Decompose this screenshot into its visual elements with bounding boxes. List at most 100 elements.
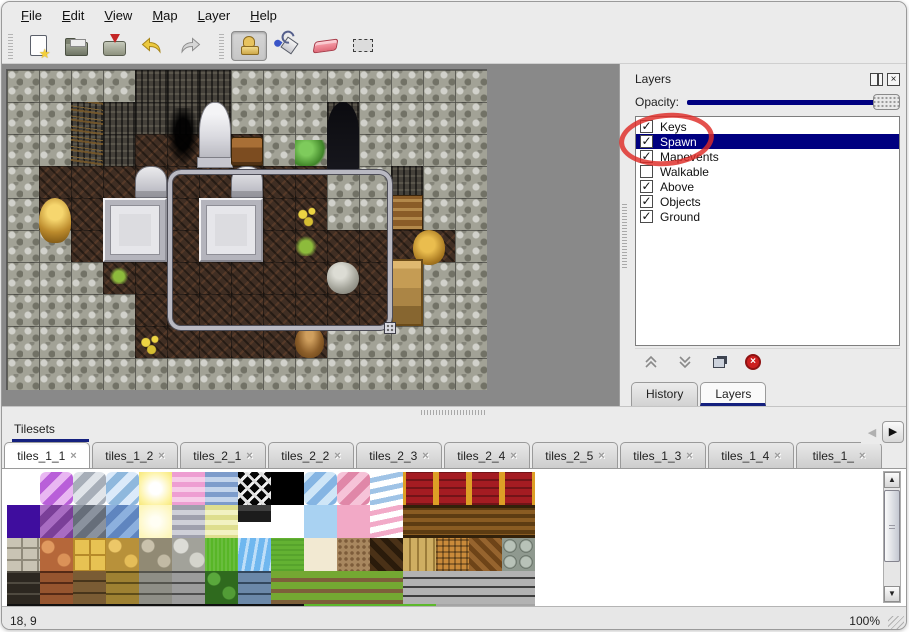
close-tab-icon[interactable]: × xyxy=(158,450,164,462)
map-tile-gray-rock-wall[interactable] xyxy=(455,134,487,166)
tileset-tile-darkShingle[interactable] xyxy=(370,538,403,571)
tileset-tile-water[interactable] xyxy=(238,538,271,571)
tileset-tile-grayLogs[interactable] xyxy=(502,538,535,571)
map-tile-brown-floor[interactable] xyxy=(39,166,71,198)
splitter-grip[interactable] xyxy=(421,410,487,415)
tileset-tile-redCarpet[interactable] xyxy=(436,472,469,505)
tileset-tile-empty[interactable] xyxy=(271,505,304,538)
map-tile-gray-rock-wall[interactable] xyxy=(327,70,359,102)
map-tile-gray-rock-wall[interactable] xyxy=(199,358,231,390)
map-object-sprout[interactable] xyxy=(109,265,128,284)
map-object-lamp[interactable] xyxy=(39,198,71,243)
map-tile-gray-rock-wall[interactable] xyxy=(263,134,295,166)
map-tile-gray-rock-wall[interactable] xyxy=(391,358,423,390)
tileset-tile-yellowGlow[interactable] xyxy=(139,472,172,505)
tileset-tile-empty[interactable] xyxy=(7,472,40,505)
map-tile-brown-floor[interactable] xyxy=(71,198,103,230)
map-tile-brown-floor[interactable] xyxy=(135,262,167,294)
stamp-tool-button[interactable] xyxy=(231,31,267,61)
map-tile-gray-rock-wall[interactable] xyxy=(423,326,455,358)
map-tile-dark-rock-wall[interactable] xyxy=(103,134,135,166)
tileset-tile-black[interactable] xyxy=(271,472,304,505)
tileset-tile-lightBlue[interactable] xyxy=(304,505,337,538)
new-file-button[interactable] xyxy=(20,31,56,61)
map-tile-gray-rock-wall[interactable] xyxy=(455,166,487,198)
map-tile-gray-rock-wall[interactable] xyxy=(391,70,423,102)
map-object-chest[interactable] xyxy=(231,137,263,166)
save-file-button[interactable] xyxy=(96,31,132,61)
layer-visibility-checkbox[interactable]: ✓ xyxy=(640,180,653,193)
map-tile-gray-rock-wall[interactable] xyxy=(231,102,263,134)
tileset-tile-lightCobble[interactable] xyxy=(172,538,205,571)
selection-resize-handle[interactable] xyxy=(384,322,396,334)
tileset-tab-tiles_1_3[interactable]: tiles_1_3× xyxy=(620,442,706,468)
tileset-tile-terracotta[interactable] xyxy=(40,538,73,571)
tileset-tile-grayPlanks[interactable] xyxy=(502,571,535,604)
map-object-cabinet[interactable] xyxy=(391,259,423,326)
map-tile-gray-rock-wall[interactable] xyxy=(7,230,39,262)
float-panel-button[interactable] xyxy=(870,73,883,86)
map-tile-gray-rock-wall[interactable] xyxy=(7,262,39,294)
close-tab-icon[interactable]: × xyxy=(70,450,76,462)
fill-tool-button[interactable] xyxy=(269,31,305,61)
tileset-tab-tiles_1_4[interactable]: tiles_1_4× xyxy=(708,442,794,468)
map-tile-gray-rock-wall[interactable] xyxy=(423,70,455,102)
tilesets-panel-title[interactable]: Tilesets xyxy=(12,420,89,442)
menu-help[interactable]: Help xyxy=(241,5,286,26)
map-tile-gray-rock-wall[interactable] xyxy=(455,358,487,390)
tileset-tile-cropRow[interactable] xyxy=(304,571,337,604)
map-tile-gray-rock-wall[interactable] xyxy=(359,102,391,134)
map-tile-gray-rock-wall[interactable] xyxy=(7,294,39,326)
close-tab-icon[interactable]: × xyxy=(334,450,340,462)
map-tile-gray-rock-wall[interactable] xyxy=(7,198,39,230)
map-tile-dark-rock-wall[interactable] xyxy=(135,70,167,102)
map-tile-gray-rock-wall[interactable] xyxy=(103,294,135,326)
tab-layers[interactable]: Layers xyxy=(700,382,766,406)
map-tile-gray-rock-wall[interactable] xyxy=(135,358,167,390)
map-tile-gray-rock-wall[interactable] xyxy=(423,134,455,166)
map-tile-gray-rock-wall[interactable] xyxy=(455,70,487,102)
map-selection-rect[interactable] xyxy=(168,170,392,330)
tileset-tile-grayPlanks[interactable] xyxy=(403,571,436,604)
map-tile-gray-rock-wall[interactable] xyxy=(455,294,487,326)
map-object-vine[interactable] xyxy=(71,102,103,166)
layer-row-spawn[interactable]: ✓Spawn xyxy=(636,134,899,149)
horizontal-splitter[interactable] xyxy=(2,406,906,418)
scrollbar-down-button[interactable]: ▼ xyxy=(884,586,900,602)
undo-button[interactable] xyxy=(134,31,170,61)
tileset-tile-grayWall[interactable] xyxy=(139,571,172,604)
menu-edit[interactable]: Edit xyxy=(53,5,93,26)
map-tile-gray-rock-wall[interactable] xyxy=(7,358,39,390)
map-tile-gray-rock-wall[interactable] xyxy=(423,294,455,326)
tileset-tile-purpleCrystal[interactable] xyxy=(40,472,73,505)
tileset-tab-tiles_1_2[interactable]: tiles_1_2× xyxy=(92,442,178,468)
layer-row-above[interactable]: ✓Above xyxy=(636,179,899,194)
map-tile-brown-floor[interactable] xyxy=(71,230,103,262)
map-tile-gray-rock-wall[interactable] xyxy=(423,358,455,390)
map-tile-gray-rock-wall[interactable] xyxy=(359,70,391,102)
map-tile-gray-rock-wall[interactable] xyxy=(167,358,199,390)
tileset-tile-brownCarpet[interactable] xyxy=(469,505,502,538)
tileset-tile-grayPaving[interactable] xyxy=(7,538,40,571)
tileset-tile-grayBrickWall[interactable] xyxy=(172,571,205,604)
map-tile-brown-floor[interactable] xyxy=(135,134,167,166)
tileset-tab-tiles_1_1[interactable]: tiles_1_1× xyxy=(4,442,90,468)
map-tile-dark-rock-wall[interactable] xyxy=(103,102,135,134)
map-object-flowers[interactable] xyxy=(138,332,164,358)
tileset-tile-herringbone[interactable] xyxy=(469,538,502,571)
map-tile-brown-floor[interactable] xyxy=(71,166,103,198)
map-object-tomb[interactable] xyxy=(103,198,167,262)
map-tile-gray-rock-wall[interactable] xyxy=(7,326,39,358)
layer-row-mapevents[interactable]: ✓Mapevents xyxy=(636,149,899,164)
tileset-tile-purpleCrystalDark[interactable] xyxy=(40,505,73,538)
tileset-tile-blueStripes[interactable] xyxy=(205,472,238,505)
tileset-tab-tiles_2_2[interactable]: tiles_2_2× xyxy=(268,442,354,468)
map-tile-brown-floor[interactable] xyxy=(231,326,263,358)
tileset-tile-redCarpet[interactable] xyxy=(502,472,535,505)
map-tile-brown-floor[interactable] xyxy=(167,326,199,358)
tileset-tab-tiles_2_3[interactable]: tiles_2_3× xyxy=(356,442,442,468)
scroll-tabs-left-button[interactable]: ◀ xyxy=(864,426,880,439)
map-tile-gray-rock-wall[interactable] xyxy=(39,70,71,102)
rect-select-tool-button[interactable] xyxy=(345,31,381,61)
tileset-tile-grayCrystalDark[interactable] xyxy=(73,505,106,538)
